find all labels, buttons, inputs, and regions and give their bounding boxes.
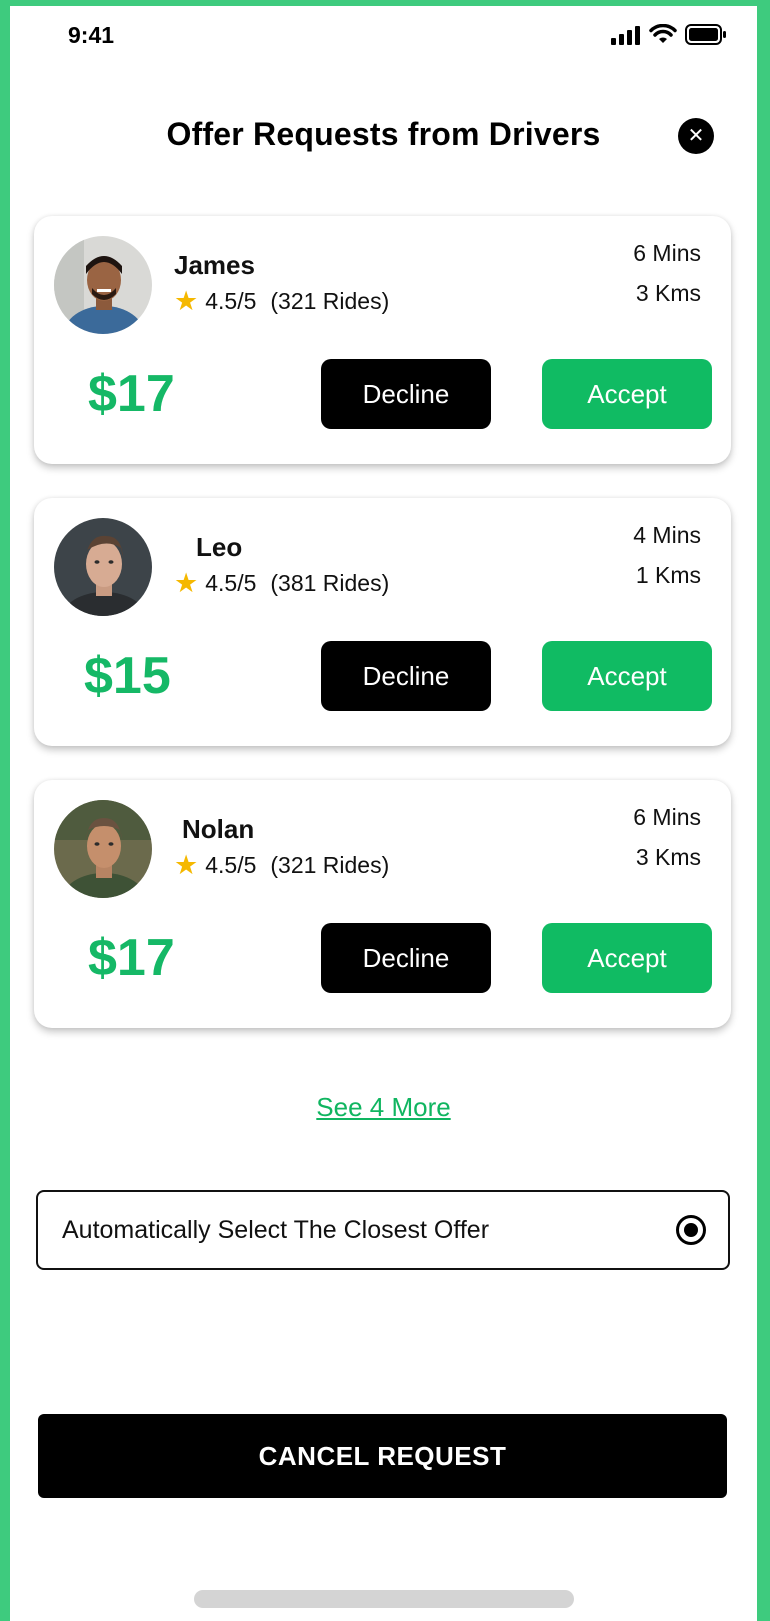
star-icon: ★ [174, 850, 199, 880]
accept-button[interactable]: Accept [542, 359, 712, 429]
ride-count: (381 Rides) [270, 570, 390, 596]
rating-row: ★ 4.5/5 (321 Rides) [174, 852, 389, 879]
accept-button[interactable]: Accept [542, 641, 712, 711]
rating-value: 4.5/5 [205, 570, 257, 596]
wifi-icon [649, 24, 677, 43]
rating-row: ★ 4.5/5 (321 Rides) [174, 288, 389, 315]
battery-icon [685, 24, 726, 45]
distance: 1 Kms [635, 562, 701, 588]
ride-count: (321 Rides) [270, 288, 390, 314]
eta-time: 6 Mins [633, 240, 701, 266]
offer-card: Leo ★ 4.5/5 (381 Rides) 4 Mins 1 Kms $15… [34, 498, 731, 746]
decline-button[interactable]: Decline [321, 359, 491, 429]
auto-select-label: Automatically Select The Closest Offer [62, 1216, 490, 1244]
rating-value: 4.5/5 [205, 852, 257, 878]
avatar [54, 236, 152, 334]
driver-name: James [174, 250, 255, 280]
radio-selected-icon[interactable] [676, 1215, 706, 1245]
decline-button[interactable]: Decline [321, 923, 491, 993]
offer-price: $17 [88, 929, 175, 987]
driver-name: Leo [196, 532, 243, 562]
auto-select-option[interactable]: Automatically Select The Closest Offer [36, 1190, 730, 1270]
app-screen: 9:41 Offer Requests from Drivers ✕ James… [10, 6, 757, 1621]
star-icon: ★ [174, 286, 199, 316]
offer-price: $15 [84, 647, 171, 705]
see-more-link[interactable]: See 4 More [10, 1092, 757, 1123]
eta-time: 4 Mins [633, 522, 701, 548]
cellular-signal-icon [611, 25, 640, 45]
home-indicator[interactable] [194, 1590, 574, 1608]
avatar [54, 518, 152, 616]
status-bar: 9:41 [10, 6, 757, 66]
cancel-request-button[interactable]: CANCEL REQUEST [38, 1414, 727, 1498]
rating-value: 4.5/5 [205, 288, 257, 314]
distance: 3 Kms [635, 280, 701, 306]
rating-row: ★ 4.5/5 (381 Rides) [174, 570, 389, 597]
offer-card: James ★ 4.5/5 (321 Rides) 6 Mins 3 Kms $… [34, 216, 731, 464]
accept-button[interactable]: Accept [542, 923, 712, 993]
offer-price: $17 [88, 365, 175, 423]
star-icon: ★ [174, 568, 199, 598]
ride-count: (321 Rides) [270, 852, 390, 878]
status-time: 9:41 [68, 22, 115, 48]
page-title: Offer Requests from Drivers [166, 116, 601, 152]
avatar [54, 800, 152, 898]
driver-name: Nolan [182, 814, 255, 844]
distance: 3 Kms [635, 844, 701, 870]
status-icons [611, 24, 727, 45]
close-icon[interactable]: ✕ [678, 118, 714, 154]
offer-card: Nolan ★ 4.5/5 (321 Rides) 6 Mins 3 Kms $… [34, 780, 731, 1028]
eta-time: 6 Mins [633, 804, 701, 830]
decline-button[interactable]: Decline [321, 641, 491, 711]
